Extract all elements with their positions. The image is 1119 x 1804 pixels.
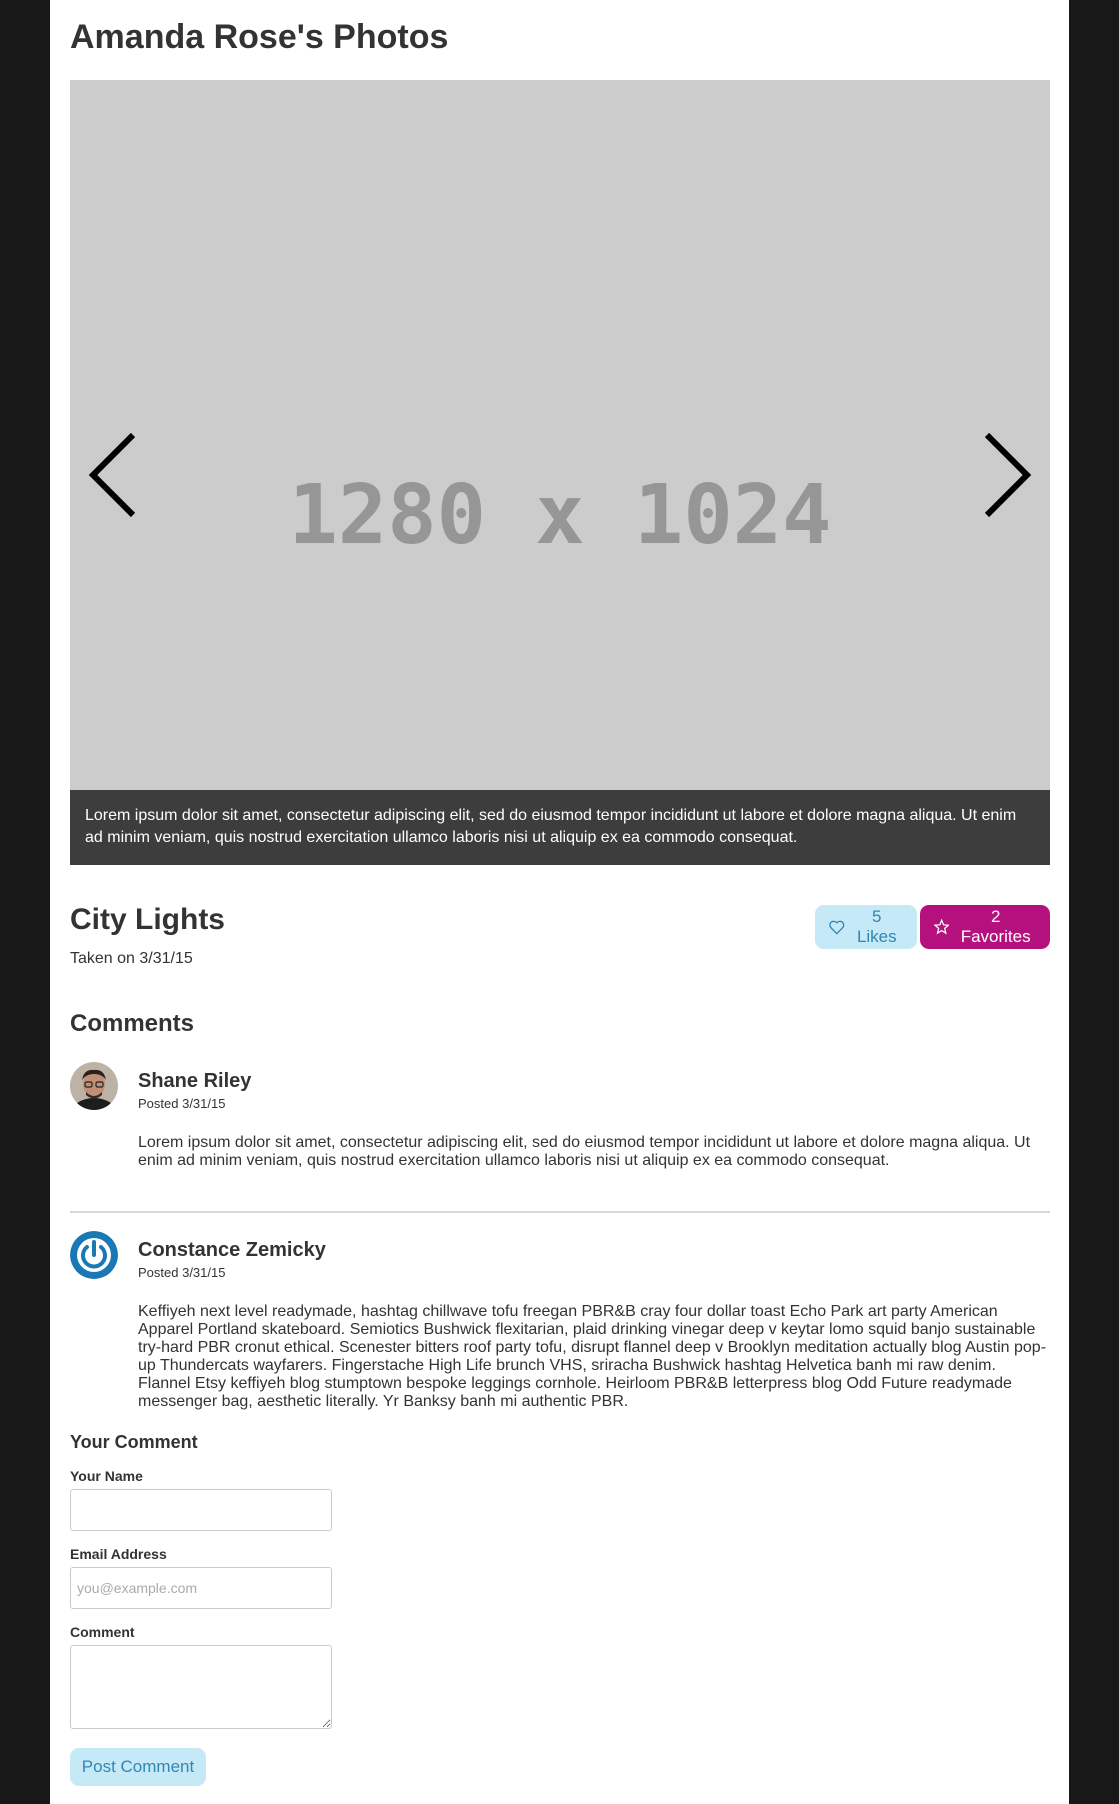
comment-author: Constance Zemicky bbox=[138, 1239, 326, 1261]
favorites-count-label: 2 Favorites bbox=[960, 907, 1031, 946]
comment-form-heading: Your Comment bbox=[70, 1432, 198, 1452]
name-field-label: Your Name bbox=[70, 1468, 143, 1484]
photo-taken-date: Taken on 3/31/15 bbox=[70, 950, 193, 967]
photo-slideshow: 1280 x 1024 Lorem ipsum dolor sit amet, … bbox=[70, 80, 1050, 865]
heart-outline-icon bbox=[829, 920, 845, 935]
comment-textarea[interactable] bbox=[70, 1645, 332, 1729]
gallery-title: Amanda Rose's Photos bbox=[70, 18, 449, 56]
next-photo-button[interactable] bbox=[975, 430, 1035, 520]
photo-placeholder: 1280 x 1024 bbox=[288, 468, 832, 563]
comment-author: Shane Riley bbox=[138, 1070, 252, 1092]
comment-date: Posted 3/31/15 bbox=[138, 1265, 226, 1280]
comment-body: Keffiyeh next level readymade, hashtag c… bbox=[138, 1303, 1047, 1410]
photo-title: City Lights bbox=[70, 903, 225, 936]
post-comment-button[interactable]: Post Comment bbox=[70, 1748, 206, 1786]
chevron-right-icon bbox=[984, 432, 1032, 518]
power-icon-avatar bbox=[70, 1231, 118, 1279]
previous-photo-button[interactable] bbox=[85, 430, 145, 520]
email-input[interactable] bbox=[70, 1567, 332, 1609]
chevron-left-icon bbox=[88, 432, 136, 518]
name-input[interactable] bbox=[70, 1489, 332, 1531]
favorites-button[interactable]: 2 Favorites bbox=[920, 905, 1050, 949]
comment-body: Lorem ipsum dolor sit amet, consectetur … bbox=[138, 1134, 1031, 1169]
page-container: Amanda Rose's Photos 1280 x 1024 Lorem i… bbox=[50, 0, 1069, 1804]
comment-field-label: Comment bbox=[70, 1624, 135, 1640]
photo-caption: Lorem ipsum dolor sit amet, consectetur … bbox=[70, 790, 1050, 865]
email-field-label: Email Address bbox=[70, 1546, 167, 1562]
comments-heading: Comments bbox=[70, 1010, 195, 1037]
likes-count-label: 5 Likes bbox=[856, 907, 897, 946]
comment-divider bbox=[70, 1211, 1050, 1213]
star-icon bbox=[934, 919, 950, 935]
comment-date: Posted 3/31/15 bbox=[138, 1096, 226, 1111]
likes-button[interactable]: 5 Likes bbox=[815, 905, 917, 949]
user-photo-avatar bbox=[70, 1062, 118, 1110]
